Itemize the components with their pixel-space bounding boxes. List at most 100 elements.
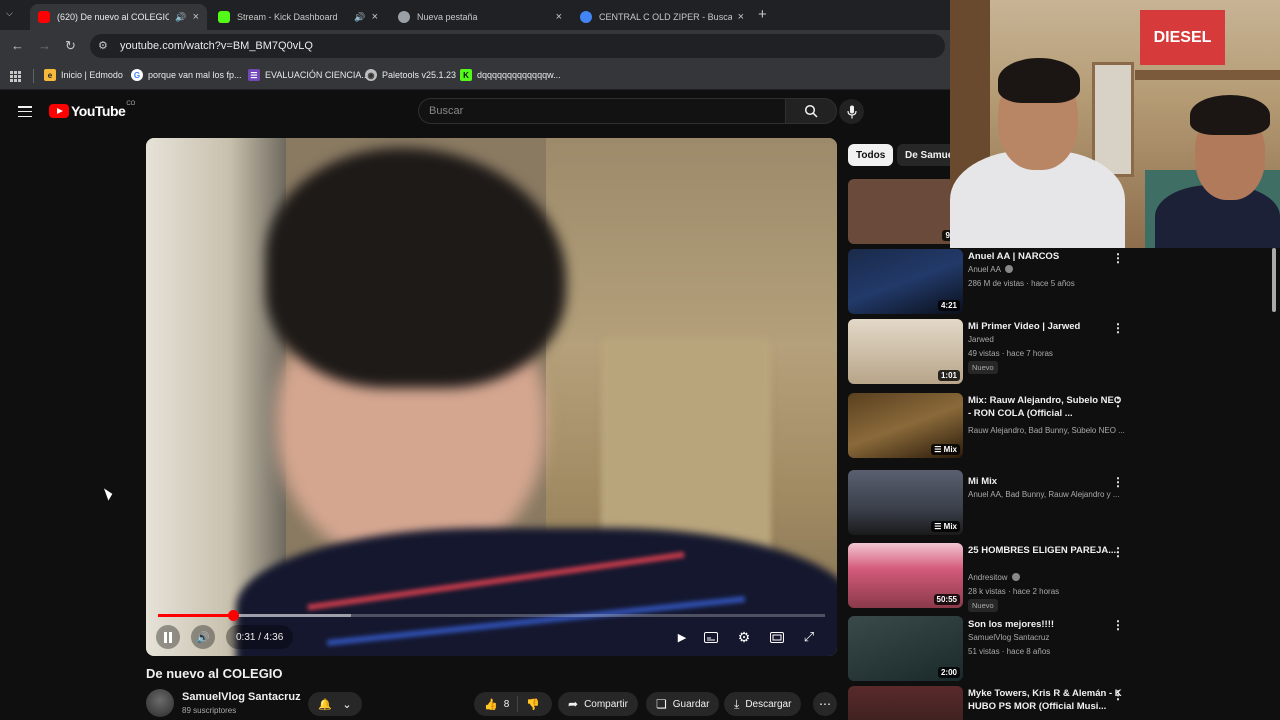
forward-icon[interactable]: → [38,38,51,53]
video-title[interactable]: Mi Mix [968,475,1123,488]
video-title: De nuevo al COLEGIO [146,666,283,681]
kebab-menu-icon[interactable]: ⋮ [1112,251,1124,265]
scrubber-handle[interactable] [227,610,239,621]
volume-button[interactable]: 🔊 [191,625,215,649]
channel-avatar[interactable] [146,689,174,717]
kebab-menu-icon[interactable]: ⋮ [1112,618,1124,632]
video-title[interactable]: Anuel AA | NARCOS [968,250,1123,263]
close-tab-icon[interactable]: × [193,11,199,23]
kick-icon: K [460,69,472,81]
kebab-menu-icon[interactable]: ⋮ [1112,395,1124,409]
kebab-menu-icon[interactable]: ⋮ [1112,321,1124,335]
share-label: Compartir [584,698,628,710]
duration-badge: 1:01 [937,370,960,381]
mix-badge: ☰ Mix [931,521,960,532]
speaker-icon[interactable]: 🔊 [354,12,365,23]
reload-icon[interactable]: ↻ [65,38,76,54]
search-button[interactable] [785,98,837,124]
webcam-shelf [1135,70,1280,80]
share-button[interactable]: ➦ Compartir [558,692,638,716]
bookmark-label: Paletools v25.1.23 [382,70,457,80]
download-button[interactable]: ⤓ Descargar [724,692,802,716]
more-actions-button[interactable]: ⋯ [813,692,837,716]
channel-name: Jarwed [968,335,994,344]
url-text[interactable]: youtube.com/watch?v=BM_BM7Q0vLQ [120,40,313,52]
divider [33,69,34,83]
chevron-down-icon: ⌄ [342,698,352,711]
bookmark-google-search[interactable]: G porque van mal los fp... [131,69,242,81]
bookmark-label: porque van mal los fp... [148,70,242,80]
video-player[interactable]: 🔊 0:31 / 4:36 ▶ ⚙ ⤢ [146,138,837,656]
close-tab-icon[interactable]: × [556,11,562,23]
video-thumbnail[interactable]: 50:55 [848,543,963,608]
channel-label: Andresitow [968,573,1008,582]
bookmark-forms[interactable]: ☰ EVALUACIÓN CIENCIA... [248,69,369,81]
back-icon[interactable]: ← [11,38,24,53]
fullscreen-button[interactable]: ⤢ [797,625,821,649]
bookmark-paletools[interactable]: ◉ Paletools v25.1.23 [365,69,456,81]
close-tab-icon[interactable]: × [738,11,744,23]
autoplay-toggle[interactable]: ▶ [670,625,694,649]
apps-grid-icon[interactable] [10,71,21,82]
globe-icon [398,11,410,23]
url-bar[interactable]: ⚙ youtube.com/watch?v=BM_BM7Q0vLQ [90,34,945,58]
kebab-menu-icon[interactable]: ⋮ [1112,688,1124,702]
close-tab-icon[interactable]: × [372,11,378,23]
dislike-button[interactable]: 👎 [518,698,548,711]
new-tab-button[interactable]: + [758,6,767,23]
video-title[interactable]: 25 HOMBRES ELIGEN PAREJA.... [968,544,1123,557]
voice-search-button[interactable] [839,99,864,124]
tab-youtube[interactable]: (620) De nuevo al COLEGIO - 🔊 × [30,4,207,30]
site-info-icon[interactable]: ⚙ [98,39,108,52]
gear-icon: ⚙ [737,628,751,645]
kebab-menu-icon[interactable]: ⋮ [1112,475,1124,489]
webcam-person-right-hair [1190,95,1270,135]
channel-name: Rauw Alejandro, Bad Bunny, Súbelo NEO ..… [968,426,1125,435]
theater-mode-button[interactable] [765,625,789,649]
video-meta: 49 vistas · hace 7 horas [968,349,1053,358]
video-title[interactable]: Son los mejores!!!! [968,618,1123,631]
tab-google-search[interactable]: CENTRAL C OLD ZIPER - Buscar co × [572,4,752,30]
like-button[interactable]: 👍 8 [474,696,519,712]
video-thumbnail[interactable]: ☰ Mix [848,393,963,458]
time-text: 0:31 / 4:36 [236,631,284,643]
video-thumbnail[interactable]: 2:00 [848,616,963,681]
tab-kick[interactable]: Stream - Kick Dashboard 🔊 × [210,4,386,30]
channel-name: Anuel AA [968,265,1128,274]
pause-button[interactable] [156,625,180,649]
download-label: Descargar [745,698,792,710]
search-input[interactable]: Buscar [418,98,785,124]
video-meta: 286 M de vistas · hace 5 años [968,279,1075,288]
youtube-favicon-icon [38,11,50,23]
video-title[interactable]: Myke Towers, Kris R & Alemán - K HUBO PS… [968,687,1123,713]
video-thumbnail[interactable]: ☰ Mix [848,470,963,535]
video-thumbnail[interactable]: 1:01 [848,319,963,384]
save-label: Guardar [672,698,710,710]
mix-label: Mix [943,522,957,531]
kebab-menu-icon[interactable]: ⋮ [1112,545,1124,559]
thumbs-up-icon: 👍 [484,698,498,711]
tab-search-icon[interactable]: ⌵ [6,8,13,19]
thumbs-down-icon: 👎 [526,698,540,711]
speaker-icon[interactable]: 🔊 [175,12,186,23]
video-thumbnail[interactable]: 9:5 [848,179,963,244]
save-button[interactable]: ❏ Guardar [646,692,720,716]
youtube-logo[interactable]: YouTube CO [49,101,135,119]
settings-button[interactable]: ⚙ [732,625,756,649]
bookmark-edmodo[interactable]: e Inicio | Edmodo [44,69,123,81]
video-thumbnail[interactable]: 4:21 [848,249,963,314]
video-title[interactable]: Mix: Rauw Alejandro, Subelo NEO - RON CO… [968,394,1123,420]
video-title[interactable]: Mi Primer Video | Jarwed [968,320,1123,333]
channel-name: Anuel AA, Bad Bunny, Rauw Alejandro y ..… [968,490,1120,499]
scrollbar[interactable] [1272,248,1276,312]
subtitles-button[interactable] [699,625,723,649]
progress-bar[interactable] [158,610,825,621]
bookmark-kick[interactable]: K dqqqqqqqqqqqqqw... [460,69,561,81]
chip-todos[interactable]: Todos [848,144,894,166]
notifications-button[interactable]: 🔔 ⌄ [308,692,362,716]
menu-icon[interactable] [18,106,32,117]
video-thumbnail[interactable] [848,686,963,720]
channel-name[interactable]: SamuelVlog Santacruz [182,691,301,703]
tab-title: (620) De nuevo al COLEGIO - [57,12,170,22]
tab-new-tab[interactable]: Nueva pestaña × [390,4,570,30]
